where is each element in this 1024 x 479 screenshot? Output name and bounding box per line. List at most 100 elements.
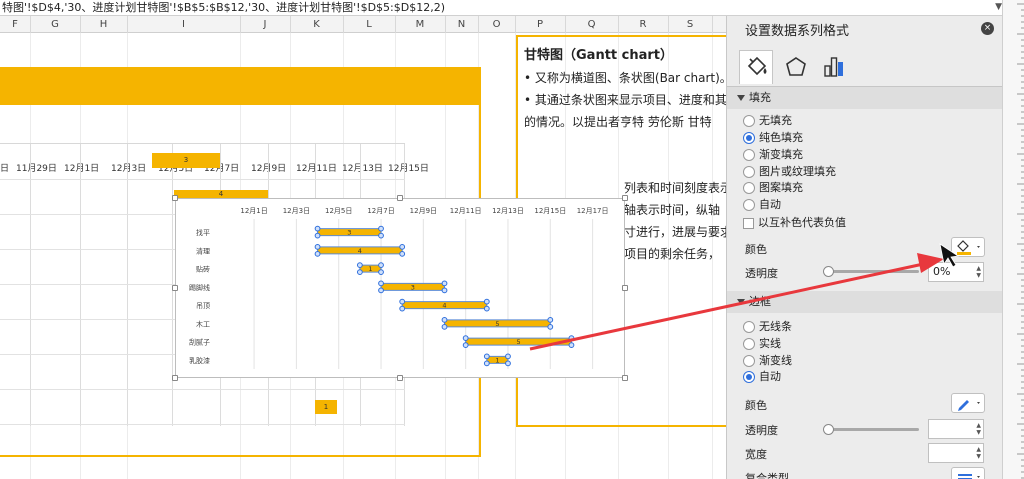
fill-color-button[interactable]	[951, 237, 985, 257]
formula-bar[interactable]: 特图'!$D$4,'30、进度计划甘特图'!$B$5:$B$12,'30、进度计…	[0, 0, 1024, 16]
bar-selection-handle	[441, 316, 448, 323]
bar-selection-handle	[441, 323, 448, 330]
border-option-auto[interactable]: 自动	[743, 370, 781, 384]
border-color-label: 颜色	[745, 399, 767, 412]
transparency-slider[interactable]	[827, 270, 919, 273]
border-transparency-slider[interactable]	[827, 428, 919, 431]
tab-effects[interactable]	[779, 50, 813, 84]
resize-handle[interactable]	[172, 195, 178, 201]
textbox-line	[524, 133, 722, 155]
tab-fill-line[interactable]	[739, 50, 773, 84]
border-transparency-field[interactable]: ▲ ▼	[928, 419, 984, 439]
collapse-triangle-icon	[737, 299, 745, 305]
resize-handle[interactable]	[622, 195, 628, 201]
fill-option-none[interactable]: 无填充	[743, 114, 792, 128]
border-color-button[interactable]	[951, 393, 985, 413]
panel-tabs	[727, 50, 1003, 86]
border-section-header[interactable]: 边框	[727, 291, 1003, 313]
column-header[interactable]: O	[478, 16, 515, 33]
color-label: 颜色	[745, 243, 767, 256]
fill-option-solid[interactable]: 纯色填充	[743, 131, 803, 145]
chevron-down-icon[interactable]: ▼	[995, 0, 1002, 15]
fill-section-header[interactable]: 填充	[727, 87, 1003, 109]
column-header[interactable]: G	[30, 16, 80, 33]
fill-option-pattern[interactable]: 图案填充	[743, 181, 803, 195]
bar-data-label: 1	[495, 356, 499, 364]
stepper-icon[interactable]: ▲ ▼	[976, 265, 981, 279]
panel-title: 设置数据系列格式	[745, 24, 850, 39]
bar-selection-handle	[356, 269, 363, 276]
close-icon[interactable]: ×	[981, 22, 994, 35]
column-header[interactable]: F	[0, 16, 30, 33]
x-tick-label: 12月7日	[367, 207, 394, 215]
radio-button[interactable]	[743, 338, 755, 350]
gantt-chart[interactable]: 12月1日 12月3日 12月5日 12月7日 12月9日 12月11日 12月13日 12月…	[172, 195, 628, 381]
radio-button[interactable]	[743, 355, 755, 367]
bar-selection-handle	[462, 342, 469, 349]
radio-button[interactable]	[743, 132, 755, 144]
textbox-line: • 其通过条状图来显示项目、进度和其	[524, 93, 726, 107]
bar-selection-handle	[378, 287, 384, 294]
x-tick-label: 12月3日	[283, 207, 310, 215]
y-category-label: 乳胶漆	[189, 356, 210, 365]
transparency-field[interactable]: 0% ▲ ▼	[928, 262, 984, 282]
resize-handle[interactable]	[397, 195, 403, 201]
column-header[interactable]: N	[445, 16, 478, 33]
x-tick-label: 12月1日	[240, 207, 267, 215]
resize-handle[interactable]	[172, 375, 178, 381]
border-option-none[interactable]: 无线条	[743, 320, 792, 334]
bar-data-label: 3	[347, 229, 351, 237]
column-header[interactable]: H	[80, 16, 127, 33]
pen-icon	[958, 400, 980, 411]
bar-selection-handle	[399, 243, 406, 250]
column-header[interactable]: J	[240, 16, 290, 33]
y-category-label: 找平	[196, 228, 210, 237]
border-option-gradient[interactable]: 渐变线	[743, 354, 792, 368]
column-header[interactable]: P	[515, 16, 565, 33]
bar-chart-icon	[824, 57, 843, 77]
radio-button[interactable]	[743, 166, 755, 178]
radio-button[interactable]	[743, 321, 755, 333]
border-option-solid[interactable]: 实线	[743, 337, 781, 351]
resize-handle[interactable]	[622, 285, 628, 291]
fill-option-gradient[interactable]: 渐变填充	[743, 148, 803, 162]
width-field[interactable]: ▲ ▼	[928, 443, 984, 463]
radio-button[interactable]	[743, 199, 755, 211]
bar-selection-handle	[568, 335, 575, 342]
column-header[interactable]: Q	[565, 16, 618, 33]
formula-text: 特图'!$D$4,'30、进度计划甘特图'!$B$5:$B$12,'30、进度计…	[2, 1, 446, 14]
stepper-icon[interactable]: ▲ ▼	[976, 422, 981, 436]
invert-negative-checkbox[interactable]: 以互补色代表负值	[743, 216, 846, 230]
slider-knob[interactable]	[823, 424, 834, 435]
column-header[interactable]: R	[618, 16, 668, 33]
x-tick-label: 12月5日	[325, 207, 352, 215]
bar-selection-handle	[314, 232, 321, 239]
column-header[interactable]: L	[343, 16, 395, 33]
bar-data-label: 4	[442, 302, 446, 310]
slider-knob[interactable]	[823, 266, 834, 277]
radio-button[interactable]	[743, 371, 755, 383]
fill-option-auto[interactable]: 自动	[743, 198, 781, 212]
stepper-icon[interactable]: ▲ ▼	[976, 446, 981, 460]
bar-selection-handle	[399, 298, 406, 305]
bar-selection-handle	[399, 250, 406, 257]
bar-selection-handle	[483, 353, 490, 360]
column-header[interactable]: I	[127, 16, 240, 33]
resize-handle[interactable]	[172, 285, 178, 291]
compound-type-button[interactable]	[951, 467, 985, 479]
tab-series-options[interactable]	[817, 50, 851, 84]
checkbox[interactable]	[743, 217, 754, 229]
column-header[interactable]: K	[290, 16, 343, 33]
column-header[interactable]: M	[395, 16, 445, 33]
radio-button[interactable]	[743, 115, 755, 127]
radio-button[interactable]	[743, 149, 755, 161]
fill-option-picture[interactable]: 图片或纹理填充	[743, 165, 836, 179]
gantt-chart-svg: 12月1日 12月3日 12月5日 12月7日 12月9日 12月11日 12月13日 12月…	[189, 207, 609, 369]
x-tick-label: 12月13日	[492, 207, 524, 215]
resize-handle[interactable]	[397, 375, 403, 381]
resize-handle[interactable]	[622, 375, 628, 381]
y-category-label: 清理	[196, 246, 210, 255]
width-label: 宽度	[745, 448, 767, 461]
column-header[interactable]: S	[668, 16, 712, 33]
radio-button[interactable]	[743, 182, 755, 194]
